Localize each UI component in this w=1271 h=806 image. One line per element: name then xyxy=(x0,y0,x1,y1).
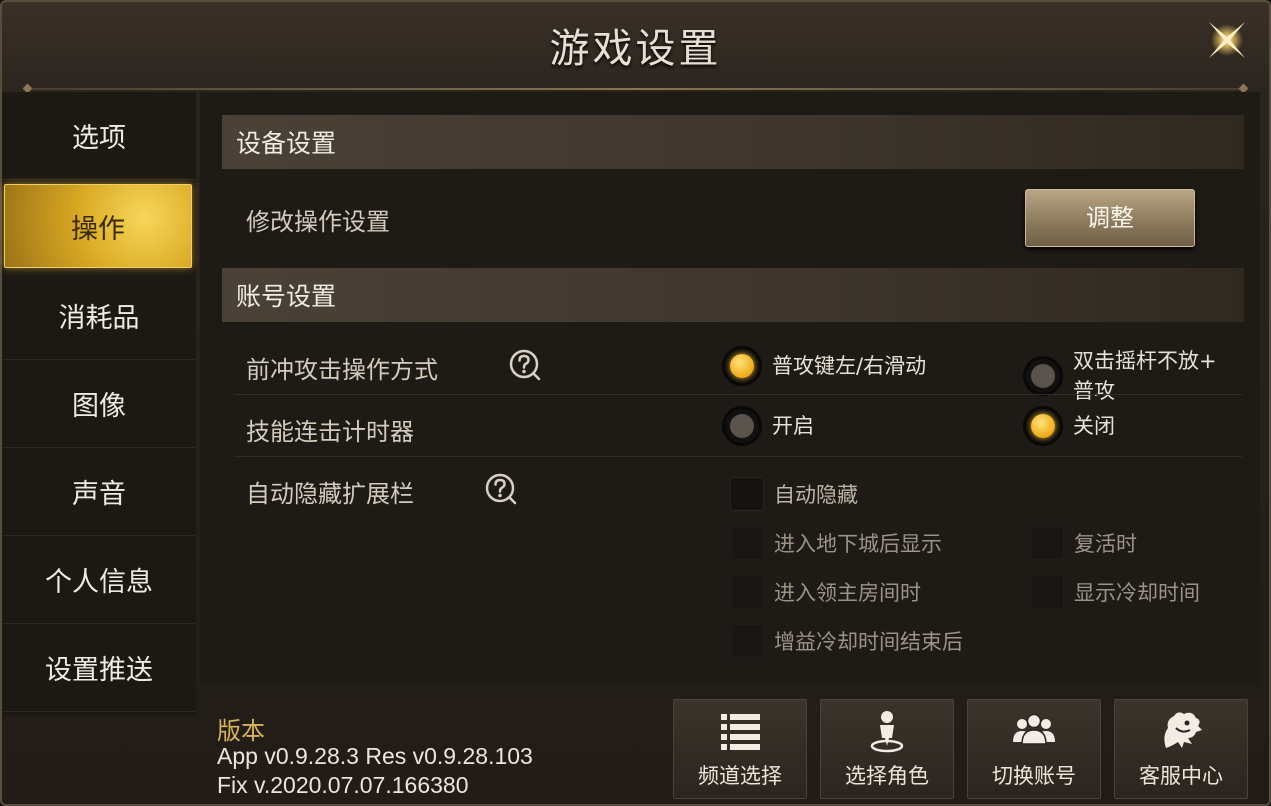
radio-dash-joystick-label-line2: 普攻 xyxy=(1073,379,1115,403)
radio-dash-swipe[interactable]: 普攻键左/右滑动 xyxy=(722,346,926,386)
checkbox-show-cooldown[interactable]: 显示冷却时间 xyxy=(1030,575,1200,609)
group-icon xyxy=(1013,713,1055,745)
section-header-device: 设备设置 xyxy=(222,115,1244,169)
sidebar: 选项 操作 消耗品 图像 声音 个人信息 设置推送 xyxy=(2,92,196,716)
section-header-account: 账号设置 xyxy=(222,268,1244,322)
title-divider xyxy=(28,88,1243,90)
checkbox-revive[interactable]: 复活时 xyxy=(1030,526,1137,560)
modify-controls-label: 修改操作设置 xyxy=(246,208,390,236)
sidebar-item-push-settings[interactable]: 设置推送 xyxy=(2,624,196,712)
row-divider xyxy=(234,394,1242,395)
person-pin-icon xyxy=(870,711,904,753)
sidebar-item-controls[interactable]: 操作 xyxy=(4,184,192,268)
checkbox-enter-boss-room[interactable]: 进入领主房间时 xyxy=(730,575,921,609)
select-character-button[interactable]: 选择角色 xyxy=(820,699,954,799)
radio-combo-off-label: 关闭 xyxy=(1073,414,1115,438)
close-button[interactable] xyxy=(1199,12,1255,68)
version-fix: Fix v.2020.07.07.166380 xyxy=(217,772,469,798)
adjust-button[interactable]: 调整 xyxy=(1025,189,1195,247)
switch-account-button[interactable]: 切换账号 xyxy=(967,699,1101,799)
radio-combo-on[interactable]: 开启 xyxy=(722,406,814,446)
settings-panel: 设备设置 修改操作设置 调整 账号设置 前冲攻击操作方式 普攻键左/右滑动 双击… xyxy=(200,92,1260,686)
checkbox-enter-dungeon[interactable]: 进入地下城后显示 xyxy=(730,526,942,560)
row-divider xyxy=(234,456,1242,457)
list-icon xyxy=(721,714,760,750)
radio-dash-swipe-label: 普攻键左/右滑动 xyxy=(772,354,927,378)
radio-combo-off[interactable]: 关闭 xyxy=(1023,406,1115,446)
help-icon[interactable] xyxy=(484,472,518,506)
checkbox-buff-cooldown-end[interactable]: 增益冷却时间结束后 xyxy=(730,624,963,658)
radio-combo-on-label: 开启 xyxy=(772,414,814,438)
sidebar-item-sound[interactable]: 声音 xyxy=(2,448,196,536)
sidebar-item-options[interactable]: 选项 xyxy=(2,92,196,180)
dragon-icon xyxy=(1164,712,1202,748)
combo-timer-label: 技能连击计时器 xyxy=(246,418,414,446)
sidebar-item-graphics[interactable]: 图像 xyxy=(2,360,196,448)
radio-dash-joystick[interactable]: 双击摇杆不放+ 普攻 xyxy=(1023,346,1217,406)
checkbox-auto-hide[interactable]: 自动隐藏 xyxy=(730,477,858,511)
channel-select-button[interactable]: 频道选择 xyxy=(673,699,807,799)
customer-service-button[interactable]: 客服中心 xyxy=(1114,699,1248,799)
sidebar-item-profile[interactable]: 个人信息 xyxy=(2,536,196,624)
window-title: 游戏设置 xyxy=(549,26,722,72)
version-title: 版本 xyxy=(217,717,265,745)
dash-attack-label: 前冲攻击操作方式 xyxy=(246,356,438,384)
sidebar-item-consumables[interactable]: 消耗品 xyxy=(2,272,196,360)
close-icon xyxy=(1209,22,1245,58)
radio-dash-joystick-label-line1: 双击摇杆不放+ xyxy=(1073,349,1217,373)
version-app: App v0.9.28.3 Res v0.9.28.103 xyxy=(217,743,533,769)
help-icon[interactable] xyxy=(508,348,542,382)
auto-hide-label: 自动隐藏扩展栏 xyxy=(246,480,414,508)
